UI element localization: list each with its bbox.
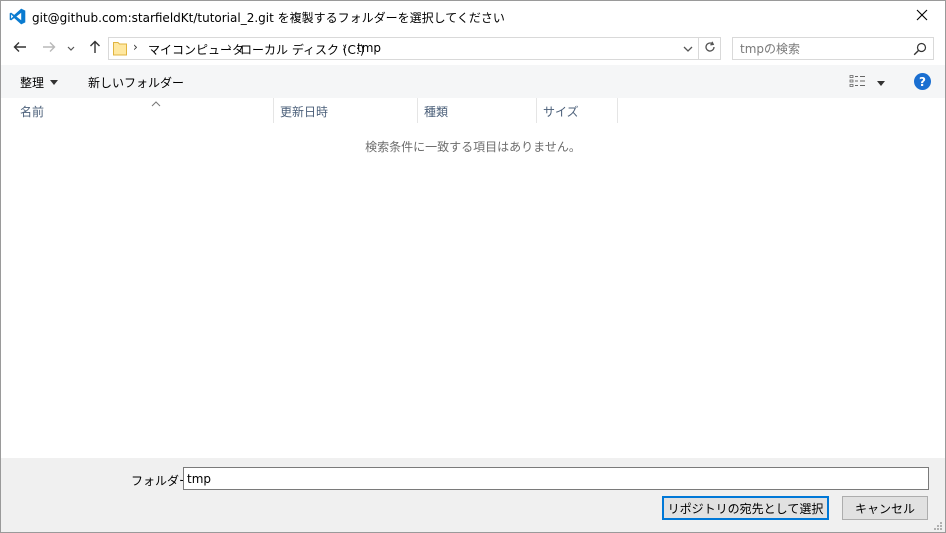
back-arrow-icon bbox=[13, 41, 27, 56]
forward-arrow-icon bbox=[42, 41, 56, 56]
search-input[interactable] bbox=[733, 38, 908, 59]
empty-list-message: 検索条件に一致する項目はありません。 bbox=[365, 140, 581, 154]
help-button[interactable]: ? bbox=[914, 73, 931, 90]
address-dropdown-button[interactable] bbox=[682, 42, 694, 56]
refresh-button[interactable] bbox=[699, 37, 721, 60]
column-label-size: サイズ bbox=[543, 105, 579, 119]
breadcrumb-tmp[interactable]: tmp bbox=[357, 41, 381, 55]
sort-ascending-icon bbox=[151, 96, 161, 107]
command-bar: 整理 新しいフォルダー ? bbox=[1, 65, 945, 98]
details-view-icon bbox=[849, 74, 867, 91]
dialog-footer: フォルダー: リポジトリの宛先として選択 キャンセル bbox=[1, 458, 945, 532]
folder-picker-dialog: git@github.com:starfieldKt/tutorial_2.gi… bbox=[0, 0, 946, 533]
select-destination-button[interactable]: リポジトリの宛先として選択 bbox=[662, 496, 829, 520]
column-header-type[interactable]: 種類 bbox=[418, 98, 537, 123]
chevron-down-icon bbox=[67, 41, 75, 55]
organize-label: 整理 bbox=[20, 76, 45, 90]
column-label-name: 名前 bbox=[20, 105, 45, 119]
new-folder-button[interactable]: 新しいフォルダー bbox=[88, 74, 184, 91]
column-header-size[interactable]: サイズ bbox=[537, 98, 618, 123]
window-title: git@github.com:starfieldKt/tutorial_2.gi… bbox=[32, 11, 505, 25]
new-folder-label: 新しいフォルダー bbox=[88, 76, 185, 90]
search-box bbox=[732, 37, 934, 60]
close-button[interactable] bbox=[899, 1, 945, 32]
breadcrumb-separator-icon: › bbox=[133, 40, 138, 54]
view-dropdown-icon bbox=[877, 75, 885, 89]
cancel-button[interactable]: キャンセル bbox=[842, 496, 928, 520]
view-options-button[interactable] bbox=[849, 74, 889, 90]
resize-grip-icon[interactable] bbox=[933, 520, 943, 530]
up-button[interactable] bbox=[85, 38, 105, 58]
column-label-modified: 更新日時 bbox=[280, 105, 329, 119]
caret-down-icon bbox=[50, 80, 59, 85]
vscode-icon bbox=[9, 8, 26, 25]
navigation-bar: › マイコンピュータ › ローカル ディスク (C:) › tmp bbox=[1, 32, 945, 65]
breadcrumb-separator-icon: › bbox=[342, 40, 347, 54]
file-list: 名前 更新日時 種類 サイズ 検索条件に一致する項目はありません。 bbox=[1, 98, 945, 458]
folder-icon bbox=[113, 41, 127, 56]
breadcrumb-separator-icon: › bbox=[227, 40, 232, 54]
refresh-icon bbox=[704, 41, 716, 56]
search-icon[interactable] bbox=[913, 42, 927, 56]
organize-menu-button[interactable]: 整理 bbox=[20, 74, 59, 91]
column-header-modified[interactable]: 更新日時 bbox=[274, 98, 418, 123]
column-header-name[interactable]: 名前 bbox=[14, 98, 274, 123]
forward-button[interactable] bbox=[39, 38, 59, 58]
up-arrow-icon bbox=[89, 40, 101, 57]
recent-locations-button[interactable] bbox=[64, 38, 78, 58]
column-label-type: 種類 bbox=[424, 105, 449, 119]
title-bar: git@github.com:starfieldKt/tutorial_2.gi… bbox=[1, 1, 945, 32]
address-bar[interactable]: › マイコンピュータ › ローカル ディスク (C:) › tmp bbox=[108, 37, 699, 60]
close-icon bbox=[916, 9, 928, 24]
folder-name-input[interactable] bbox=[183, 467, 929, 490]
back-button[interactable] bbox=[10, 38, 30, 58]
